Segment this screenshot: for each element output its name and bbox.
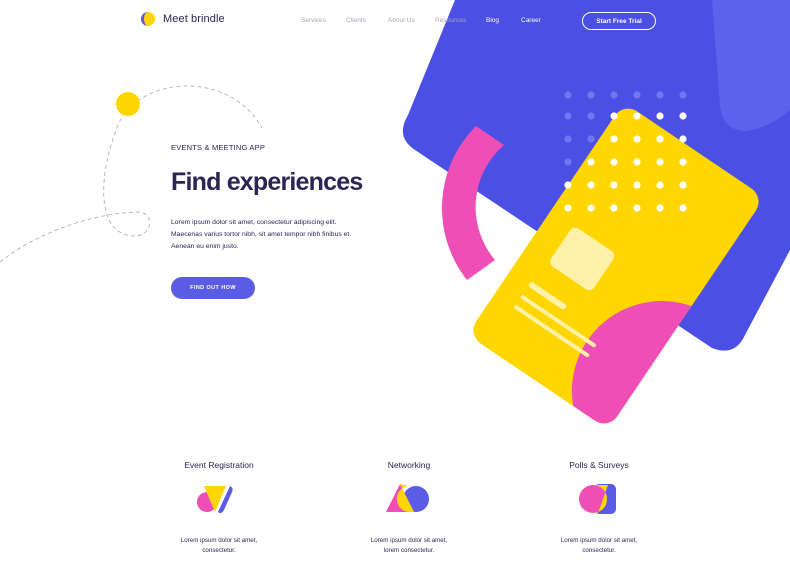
hero-title: Find experiences [171, 168, 363, 196]
find-out-how-button[interactable]: FIND OUT HOW [171, 277, 255, 299]
networking-icon [386, 484, 429, 513]
start-free-trial-button[interactable]: Start Free Trial [582, 12, 656, 30]
hero-eyebrow: EVENTS & MEETING APP [171, 143, 266, 152]
feature-event-registration: Event Registration Lorem ipsum dolor sit… [129, 460, 309, 556]
feature-desc-line: lorem consectetur. [383, 547, 435, 554]
nav-clients[interactable]: Clients [346, 17, 366, 24]
feature-networking: Networking Lorem ipsum dolor sit amet, l… [319, 460, 499, 556]
nav-about-us[interactable]: About Us [388, 17, 415, 24]
feature-description: Lorem ipsum dolor sit amet, lorem consec… [319, 536, 499, 556]
nav-blog[interactable]: Blog [486, 17, 499, 24]
polls-surveys-icon [579, 484, 616, 514]
hero-body-line: Lorem ipsum dolor sit amet, consectetur … [171, 219, 337, 226]
feature-polls-surveys: Polls & Surveys Lorem ipsum dolor sit am… [509, 460, 689, 556]
nav-resources[interactable]: Resources [435, 17, 466, 24]
feature-title: Event Registration [184, 460, 254, 470]
feature-desc-line: Lorem ipsum dolor sit amet, [180, 537, 258, 544]
nav-career[interactable]: Career [521, 17, 541, 24]
feature-desc-line: consectetur. [202, 547, 236, 554]
hero-body: Lorem ipsum dolor sit amet, consectetur … [171, 217, 381, 253]
feature-title: Networking [387, 460, 431, 470]
feature-description: Lorem ipsum dolor sit amet, consectetur. [129, 536, 309, 556]
nav-services[interactable]: Services [301, 17, 326, 24]
main-nav: Services Clients About Us Resources Blog… [0, 17, 790, 29]
feature-title: Polls & Surveys [569, 460, 629, 470]
feature-desc-line: consectetur. [582, 547, 616, 554]
feature-desc-line: Lorem ipsum dolor sit amet, [370, 537, 448, 544]
feature-desc-line: Lorem ipsum dolor sit amet, [560, 537, 638, 544]
event-registration-icon [197, 486, 233, 514]
hero-body-line: Maecenas varius tortor nibh, sit amet te… [171, 231, 352, 238]
feature-description: Lorem ipsum dolor sit amet, consectetur. [509, 536, 689, 556]
hero-body-line: Aenean eu enim justo. [171, 243, 239, 250]
